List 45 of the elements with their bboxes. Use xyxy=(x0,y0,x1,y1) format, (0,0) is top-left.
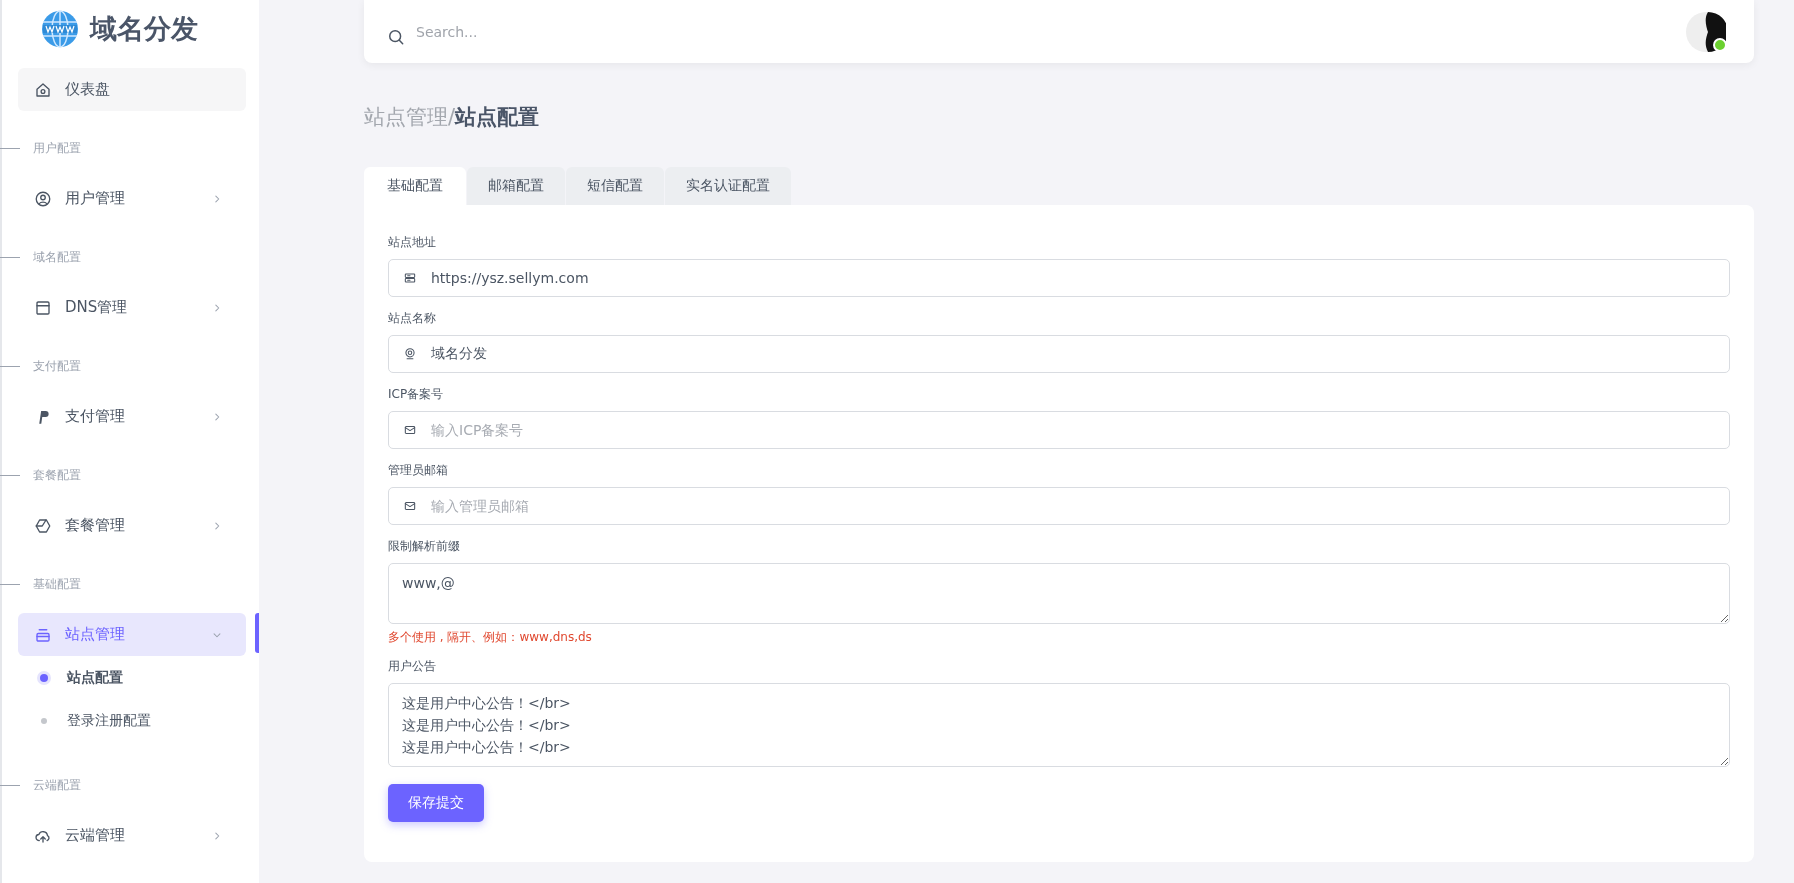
field-label: 站点名称 xyxy=(388,310,437,327)
input-field[interactable]: https://ysz.sellym.com xyxy=(388,259,1730,297)
section-label: 域名配置 xyxy=(33,248,81,266)
section-label: 用户配置 xyxy=(33,139,81,157)
field-label: 限制解析前缀 xyxy=(388,538,461,555)
app-title: 域名分发 xyxy=(90,12,198,46)
sidebar-item[interactable]: 仪表盘 xyxy=(18,68,246,111)
tab[interactable]: 实名认证配置 xyxy=(665,167,791,205)
hint-text: 多个使用 , 隔开、例如：www,dns,ds xyxy=(388,629,593,645)
package-icon xyxy=(34,516,52,535)
section-label: 支付配置 xyxy=(33,357,81,375)
mail-icon xyxy=(403,499,417,513)
server-icon xyxy=(403,271,417,285)
tab[interactable]: 基础配置 xyxy=(364,167,466,205)
mail-icon xyxy=(403,423,417,437)
field-label: 用户公告 xyxy=(388,658,437,675)
save-button[interactable]: 保存提交 xyxy=(388,784,484,822)
section-label: 基础配置 xyxy=(33,575,81,593)
text-area[interactable]: www,@ xyxy=(388,563,1730,624)
tab[interactable]: 短信配置 xyxy=(566,167,664,205)
active-indicator xyxy=(255,613,259,653)
text-area[interactable]: 这是用户中心公告！</br> 这是用户中心公告！</br> 这是用户中心公告！</br> xyxy=(388,683,1730,767)
sidebar-item[interactable]: 站点管理 xyxy=(18,613,246,656)
submenu-item[interactable]: 登录注册配置 xyxy=(38,699,238,742)
sidebar-item[interactable]: 云端管理 xyxy=(18,814,246,857)
sidebar-item[interactable]: 支付管理 xyxy=(18,395,246,438)
globe-logo-icon xyxy=(40,9,80,49)
sidebar-item[interactable]: DNS管理 xyxy=(18,286,246,329)
section-label: 云端配置 xyxy=(33,776,81,794)
section-label: 套餐配置 xyxy=(33,466,81,484)
user-icon xyxy=(34,189,52,208)
sidebar-item[interactable]: 套餐管理 xyxy=(18,504,246,547)
sidebar-item[interactable]: 用户管理 xyxy=(18,177,246,220)
webcam-icon xyxy=(403,347,417,361)
avatar[interactable] xyxy=(1686,11,1726,52)
input-field[interactable]: 域名分发 xyxy=(388,335,1730,373)
input-field[interactable]: 输入管理员邮箱 xyxy=(388,487,1730,525)
page-title: 站点配置 xyxy=(455,104,540,131)
submenu-item[interactable]: 站点配置 xyxy=(38,656,238,699)
field-label: 管理员邮箱 xyxy=(388,462,449,479)
input-field[interactable]: 输入ICP备案号 xyxy=(388,411,1730,449)
window-icon xyxy=(34,298,52,317)
tab[interactable]: 邮箱配置 xyxy=(467,167,565,205)
field-label: ICP备案号 xyxy=(388,386,445,403)
field-label: 站点地址 xyxy=(388,234,437,251)
